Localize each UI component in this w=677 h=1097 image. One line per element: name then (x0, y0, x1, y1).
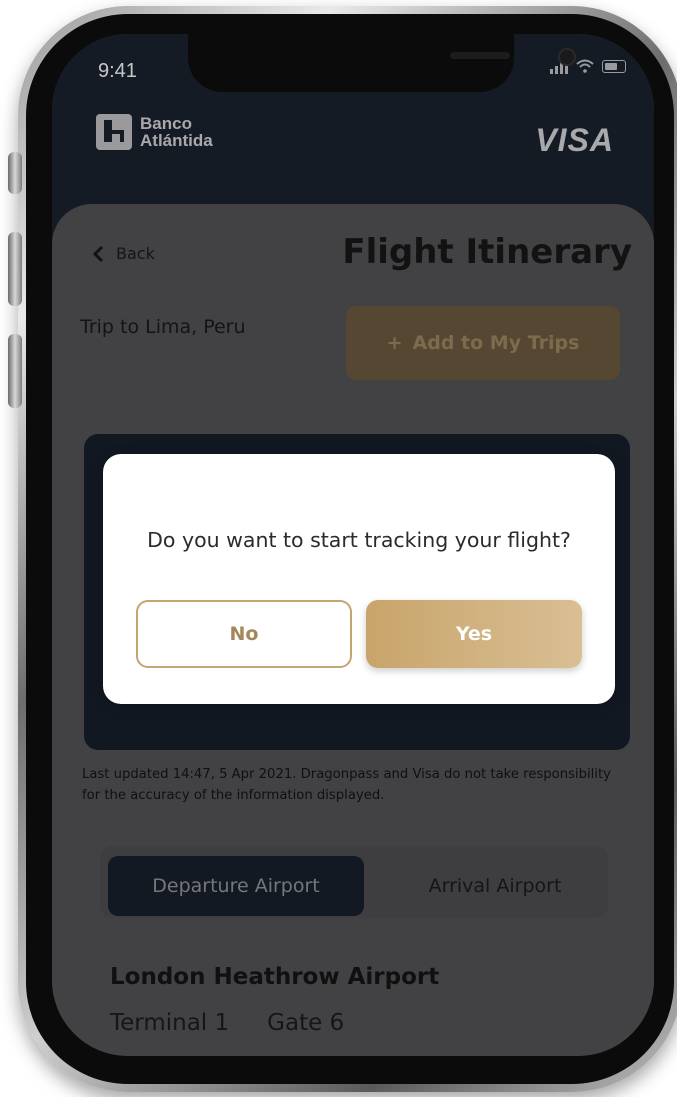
add-to-my-trips-button[interactable]: + Add to My Trips (346, 306, 620, 380)
tab-arrival-airport[interactable]: Arrival Airport (382, 856, 608, 916)
add-to-my-trips-label: Add to My Trips (412, 332, 580, 354)
airport-name: London Heathrow Airport (110, 964, 440, 990)
phone-screen: 9:41 Banco Atlántida VISA Back Flight It… (52, 34, 654, 1056)
mute-switch (8, 152, 22, 194)
plus-icon: + (386, 332, 403, 354)
gate-label: Gate 6 (267, 1010, 345, 1036)
chevron-left-icon (92, 245, 104, 262)
bank-name-line2: Atlántida (140, 131, 213, 150)
airport-toggle: Departure Airport Arrival Airport (100, 846, 608, 918)
bank-logo-icon (96, 114, 132, 150)
no-button[interactable]: No (136, 600, 352, 668)
bank-name: Banco Atlántida (140, 115, 213, 149)
page-title: Flight Itinerary (342, 232, 632, 272)
bank-logo: Banco Atlántida (96, 114, 213, 150)
phone-notch (188, 34, 576, 92)
terminal-label: Terminal 1 (110, 1010, 230, 1036)
speaker-grille (450, 52, 510, 59)
volume-up-button (8, 232, 22, 306)
volume-down-button (8, 334, 22, 408)
disclaimer-text: Last updated 14:47, 5 Apr 2021. Dragonpa… (82, 767, 611, 803)
battery-icon (602, 59, 626, 73)
dialog-question: Do you want to start tracking your fligh… (147, 528, 571, 552)
front-camera (558, 48, 576, 66)
yes-button[interactable]: Yes (366, 600, 582, 668)
track-flight-dialog: Do you want to start tracking your fligh… (103, 454, 615, 704)
back-button[interactable]: Back (92, 244, 155, 263)
bank-name-line1: Banco (140, 114, 192, 133)
terminal-gate-info: Terminal 1 Gate 6 (110, 1010, 344, 1036)
back-label: Back (116, 244, 155, 263)
trip-name: Trip to Lima, Peru (80, 316, 246, 338)
visa-logo: VISA (535, 122, 614, 158)
wifi-icon (576, 59, 594, 73)
tab-departure-airport[interactable]: Departure Airport (108, 856, 364, 916)
status-time: 9:41 (98, 60, 137, 82)
